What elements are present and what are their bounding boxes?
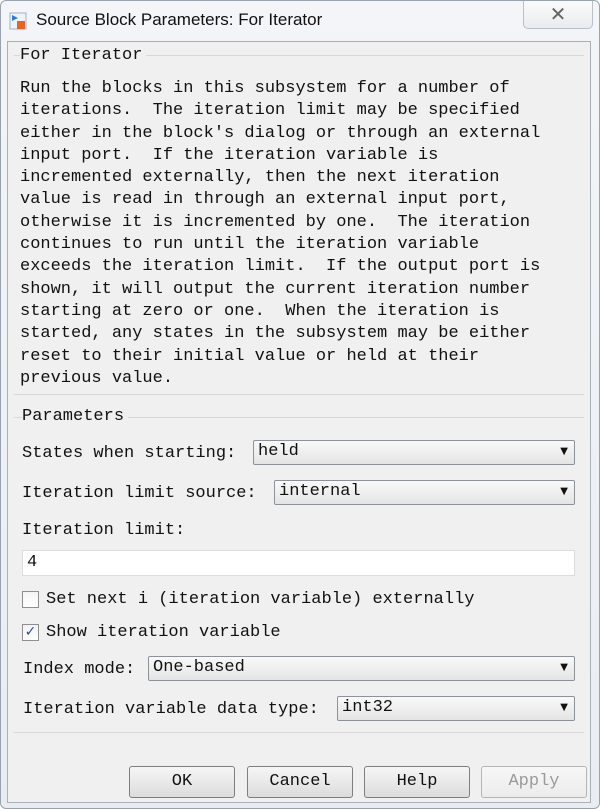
title-bar[interactable]: Source Block Parameters: For Iterator ✕ <box>1 1 600 41</box>
divider <box>14 732 584 733</box>
dialog-window: Source Block Parameters: For Iterator ✕ … <box>0 0 600 809</box>
ok-button[interactable]: OK <box>129 766 235 798</box>
window-title: Source Block Parameters: For Iterator <box>36 10 323 29</box>
close-button[interactable]: ✕ <box>523 1 593 29</box>
block-description: Run the blocks in this subsystem for a n… <box>20 78 540 390</box>
description-line: exceeds the iteration limit. If the outp… <box>20 257 541 277</box>
index-mode-label: Index mode: <box>23 660 136 679</box>
show-iteration-variable-checkbox[interactable]: ✓ <box>22 624 39 641</box>
iteration-limit-label: Iteration limit: <box>22 521 186 540</box>
cancel-button[interactable]: Cancel <box>247 766 353 798</box>
data-type-dropdown[interactable]: int32 ▼ <box>337 696 575 721</box>
divider <box>14 394 584 395</box>
limit-source-dropdown[interactable]: internal ▼ <box>274 480 575 505</box>
simulink-block-icon <box>9 12 27 30</box>
description-line: iterations. The iteration limit may be s… <box>20 101 520 121</box>
set-next-label: Set next i (iteration variable) external… <box>46 590 475 609</box>
help-button[interactable]: Help <box>364 766 470 798</box>
description-line: previous value. <box>20 368 174 388</box>
description-line: reset to their initial value or held at … <box>20 346 480 366</box>
description-line: started, any states in the subsystem may… <box>20 324 531 344</box>
description-line: shown, it will output the current iterat… <box>20 279 531 299</box>
description-line: either in the block's dialog or through … <box>20 123 541 143</box>
show-iteration-variable-label: Show iteration variable <box>46 623 281 642</box>
data-type-label: Iteration variable data type: <box>23 700 319 719</box>
chevron-down-icon: ▼ <box>560 486 568 497</box>
set-next-checkbox[interactable] <box>22 591 39 608</box>
chevron-down-icon: ▼ <box>560 702 568 713</box>
index-mode-dropdown[interactable]: One-based ▼ <box>148 656 575 681</box>
limit-source-value: internal <box>279 482 361 501</box>
description-group-label: For Iterator <box>20 46 147 65</box>
states-label: States when starting: <box>22 444 237 463</box>
close-icon: ✕ <box>549 2 567 26</box>
iteration-limit-input[interactable]: 4 <box>22 550 575 576</box>
description-line: value is read in through an external inp… <box>20 190 510 210</box>
chevron-down-icon: ▼ <box>560 662 568 673</box>
apply-button[interactable]: Apply <box>481 766 587 798</box>
limit-source-label: Iteration limit source: <box>22 484 257 503</box>
parameters-group-label: Parameters <box>22 407 129 426</box>
index-mode-value: One-based <box>153 658 245 677</box>
data-type-value: int32 <box>342 698 394 717</box>
checkmark-icon: ✓ <box>24 624 37 640</box>
states-dropdown[interactable]: held ▼ <box>253 440 575 465</box>
dialog-panel: For Iterator Run the blocks in this subs… <box>7 41 591 803</box>
chevron-down-icon: ▼ <box>560 446 568 457</box>
states-value: held <box>258 442 299 461</box>
description-line: starting at zero or one. When the iterat… <box>20 301 500 321</box>
description-line: continues to run until the iteration var… <box>20 235 480 255</box>
description-line: input port. If the iteration variable is <box>20 145 439 165</box>
description-line: Run the blocks in this subsystem for a n… <box>20 79 510 98</box>
description-line: otherwise it is incremented by one. The … <box>20 212 531 232</box>
description-line: incremented externally, then the next it… <box>20 168 500 188</box>
